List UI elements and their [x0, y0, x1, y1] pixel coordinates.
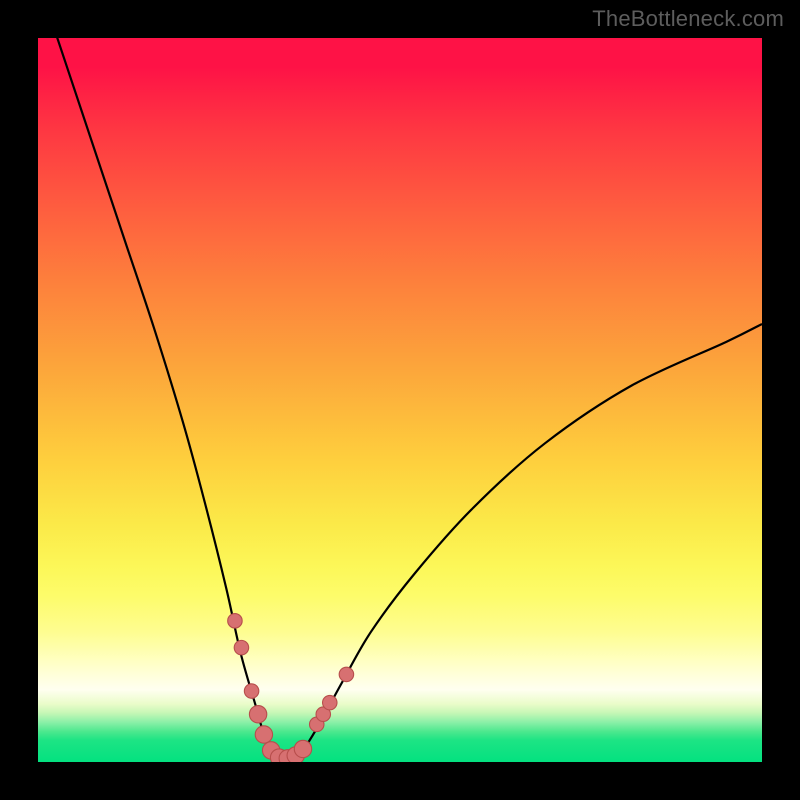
curve-marker: [255, 726, 272, 743]
curve-marker: [339, 667, 353, 681]
curve-marker: [249, 706, 266, 723]
curve-marker: [234, 640, 248, 654]
marker-group: [228, 614, 354, 762]
curve-marker: [244, 684, 258, 698]
plot-area: [38, 38, 762, 762]
chart-frame: TheBottleneck.com: [0, 0, 800, 800]
curve-layer: [38, 38, 762, 762]
bottleneck-curve: [38, 38, 762, 759]
curve-marker: [228, 614, 242, 628]
watermark-text: TheBottleneck.com: [592, 6, 784, 32]
curve-marker: [323, 695, 337, 709]
curve-marker: [294, 740, 311, 757]
